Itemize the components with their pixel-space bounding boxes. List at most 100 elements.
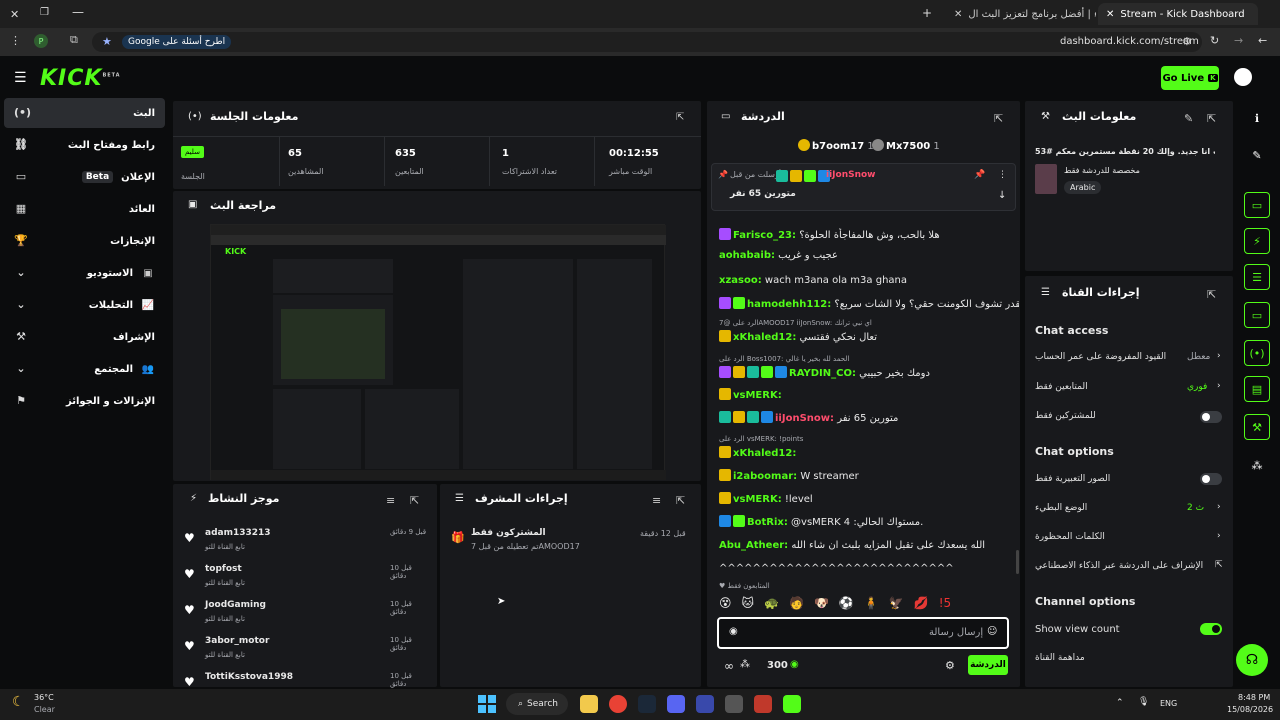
user-avatar[interactable]	[1234, 68, 1252, 86]
chat-username[interactable]: RAYDIN_CO:	[789, 368, 856, 379]
chrome-icon[interactable]	[609, 695, 627, 713]
back-icon[interactable]: ←	[1258, 34, 1267, 47]
site-settings-icon[interactable]: ⚙	[1182, 35, 1192, 48]
pinned-user[interactable]: iiJonSnow	[826, 170, 876, 180]
chat-message[interactable]: Farisco_23: هلا بالحب، وش هالمفاجأة الحل…	[719, 228, 1019, 241]
chat-message[interactable]: RAYDIN_CO: دومك بخير حبيبي	[719, 366, 1019, 379]
send-chat-button[interactable]: الدردشة	[968, 655, 1008, 675]
pinned-message[interactable]: 📌 أرسلت من قبل iiJonSnow متورين 65 نفر 📌…	[711, 163, 1016, 211]
chat-scrollbar[interactable]	[1016, 550, 1019, 574]
show-view-count-toggle[interactable]	[1200, 623, 1222, 635]
microphone-icon[interactable]: 🎙	[1138, 697, 1149, 707]
sidebar-item-studio[interactable]: ⌄ الاستوديو ▣	[4, 258, 165, 288]
sidebar-item-analytics[interactable]: ⌄ التحليلات 📈	[4, 290, 165, 320]
hamburger-menu-icon[interactable]: ☰	[14, 70, 27, 86]
more-widgets-icon[interactable]: ⁂	[1244, 452, 1270, 478]
setting-ai-moderation[interactable]: الإشراف على الدردشة عبر الذكاء الاصطناعي…	[1035, 560, 1225, 571]
language-indicator[interactable]: ENG	[1160, 699, 1177, 708]
session-widget-icon[interactable]: ▭	[1244, 192, 1270, 218]
menu-dots-icon[interactable]: ⋮	[10, 34, 21, 47]
chat-message[interactable]: Abu_Atheer: الله يسعدك على تقبل المزايه …	[719, 540, 1019, 551]
clock-time[interactable]: 8:48 PM	[1238, 693, 1270, 702]
emote-icon[interactable]: 🧍	[864, 596, 879, 614]
reload-icon[interactable]: ↻	[1210, 34, 1219, 47]
chat-username[interactable]: xzasoo:	[719, 275, 762, 286]
restore-window-icon[interactable]: ❐	[40, 7, 49, 18]
discord-icon[interactable]	[667, 695, 685, 713]
reply-context[interactable]: الرد على @7AMOOD17 iiJonSnow: اي نبي ترا…	[719, 319, 1019, 327]
activity-user[interactable]: adam133213	[205, 528, 271, 538]
list-widget-icon[interactable]: ☰	[1244, 264, 1270, 290]
popout-icon[interactable]: ⇱	[676, 112, 684, 123]
filter-icon[interactable]: ≡	[386, 494, 395, 507]
activity-item[interactable]: ♥ topfost تابع القناة للتو قبل 10 دقائق	[180, 564, 430, 598]
app-icon[interactable]	[754, 695, 772, 713]
tab-kick-dashboard[interactable]: ✕ Stream - Kick Dashboard	[1098, 3, 1258, 25]
emote-bar[interactable]: 😵 🐱 🐢 🧑 🐶 ⚽ 🧍 🦅 💋 !5	[719, 596, 1009, 614]
bookmark-star-icon[interactable]: ★	[102, 35, 112, 48]
chat-message[interactable]: i2aboomar: W streamer	[719, 469, 1019, 482]
setting-account-age[interactable]: القيود المفروضة على عمر الحساب معطل ›	[1035, 351, 1225, 362]
moderation-widget-icon[interactable]: ⚒	[1244, 414, 1270, 440]
close-tab-icon[interactable]: ✕	[954, 9, 962, 20]
emote-icon[interactable]: 🐱	[742, 596, 755, 614]
more-icon[interactable]: ⋮	[998, 170, 1007, 180]
popout-icon[interactable]: ⇱	[1207, 288, 1216, 301]
steam-icon[interactable]	[638, 695, 656, 713]
close-window-icon[interactable]: ✕	[10, 8, 19, 21]
windows-start-icon[interactable]	[478, 695, 496, 713]
sidebar-item-drops[interactable]: ⚑ الإنزالات و الجوائز	[4, 386, 165, 416]
chat-message[interactable]: vsMERK:	[719, 388, 1019, 401]
chat-username[interactable]: Farisco_23:	[733, 230, 796, 241]
setting-banned-words[interactable]: الكلمات المحظورة ›	[1035, 531, 1225, 542]
popout-icon[interactable]: ⇱	[410, 494, 419, 507]
expand-icon[interactable]: ↓	[998, 190, 1006, 201]
top-user-1[interactable]: b7oom17 1	[798, 139, 874, 152]
close-tab-icon[interactable]: ✕	[1106, 9, 1114, 20]
chat-username[interactable]: xKhaled12:	[733, 448, 796, 459]
activity-user[interactable]: 3abor_motor	[205, 636, 269, 646]
chat-settings-icon[interactable]: ⚙	[945, 659, 955, 672]
edit-icon[interactable]: ✎	[1244, 142, 1270, 168]
profile-avatar[interactable]: P	[34, 34, 48, 48]
tray-chevron-icon[interactable]: ⌃	[1116, 698, 1124, 708]
emoji-picker-icon[interactable]: ◉	[729, 626, 738, 637]
google-chip[interactable]: Google اطرح أسئلة على	[122, 35, 232, 49]
weather-temp[interactable]: 36°C	[34, 693, 54, 702]
chat-username[interactable]: vsMERK:	[733, 390, 782, 401]
emote-icon[interactable]: 💋	[914, 596, 929, 614]
reply-context[interactable]: الرد على vsMERK: !points	[719, 435, 1019, 443]
sidebar-item-revenue[interactable]: ▦ العائد	[4, 194, 165, 224]
emote-icon[interactable]: 😵	[719, 596, 732, 614]
emote-icon[interactable]: 🦅	[889, 596, 904, 614]
app-icon[interactable]	[725, 695, 743, 713]
dd-app-icon[interactable]	[696, 695, 714, 713]
infinity-icon[interactable]: ∞	[724, 659, 734, 673]
chat-username[interactable]: Abu_Atheer:	[719, 540, 788, 551]
smile-icon[interactable]: ☺	[987, 626, 997, 637]
go-live-button[interactable]: Go Live K	[1161, 66, 1219, 90]
forward-icon[interactable]: →	[1234, 34, 1243, 47]
chat-message[interactable]: xKhaled12:	[719, 446, 1019, 459]
extensions-icon[interactable]: ⧉	[70, 33, 78, 47]
chat-username[interactable]: xKhaled12:	[733, 332, 796, 343]
popout-icon[interactable]: ⇱	[994, 112, 1003, 125]
emote-icon[interactable]: 🧑	[789, 596, 804, 614]
top-user-2[interactable]: Mx7500 1	[872, 139, 940, 152]
subscribers-only-toggle[interactable]	[1200, 411, 1222, 423]
emote-only-toggle[interactable]	[1200, 473, 1222, 485]
chat-username[interactable]: vsMERK:	[733, 494, 782, 505]
omnibox[interactable]: ★ Google اطرح أسئلة على dashboard.kick.c…	[92, 32, 1202, 52]
kick-logo[interactable]: KICKBETA	[40, 66, 121, 91]
chat-message[interactable]: xzasoo: wach m3ana ola m3a ghana	[719, 275, 1019, 286]
chat-message[interactable]: ^^^^^^^^^^^^^^^^^^^^^^^^^^^^	[719, 563, 1019, 574]
chat-username[interactable]: i2aboomar:	[733, 471, 797, 482]
bolt-widget-icon[interactable]: ⚡	[1244, 228, 1270, 254]
chat-message[interactable]: vsMERK: !level	[719, 492, 1019, 505]
chat-username[interactable]: hamodehh112:	[747, 299, 831, 310]
emote-icon[interactable]: 🐶	[814, 596, 829, 614]
stream-preview-video[interactable]: KICK	[210, 224, 666, 480]
activity-user[interactable]: topfost	[205, 564, 242, 574]
activity-item[interactable]: ♥ JoodGaming تابع القناة للتو قبل 10 دقائق	[180, 600, 430, 634]
filter-icon[interactable]: ≡	[652, 494, 661, 507]
